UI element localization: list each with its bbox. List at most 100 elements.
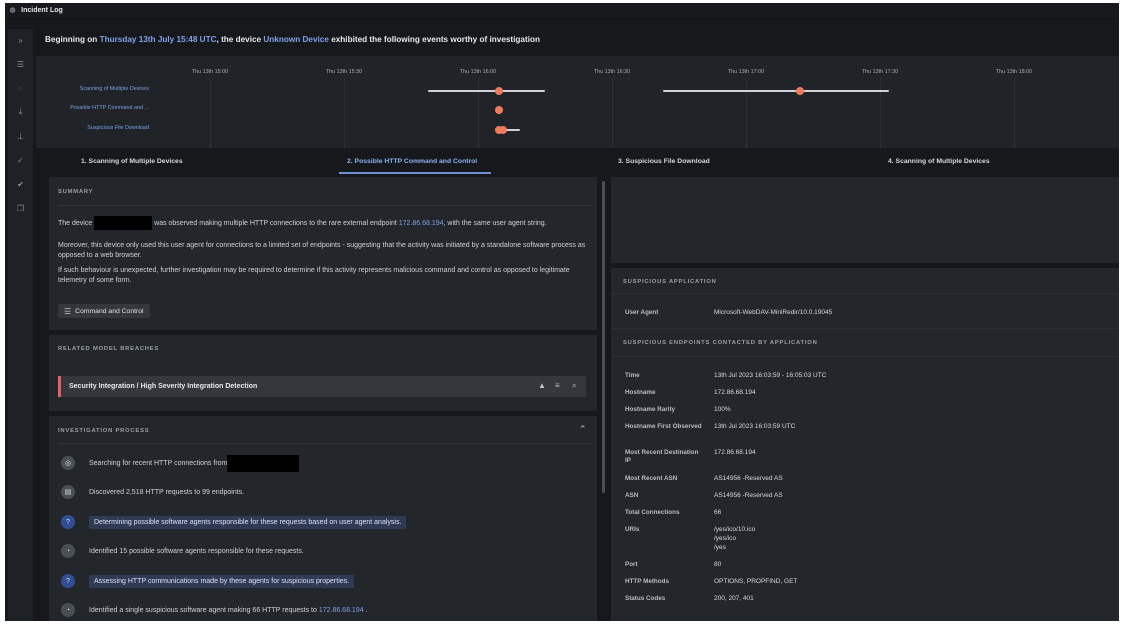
investigation-step: ▤ Discovered 2,518 HTTP requests to 99 e…: [61, 483, 244, 501]
timeline-event-dot[interactable]: [495, 106, 503, 114]
timeline-tick: Thu 13th 17:00: [727, 69, 765, 75]
tab-scanning-1[interactable]: 1. Scanning of Multiple Devices: [81, 148, 183, 174]
chart-icon: ▤: [61, 485, 75, 499]
endpoint-value-asn: AS14956 -Reserved AS: [714, 492, 783, 499]
warning-icon[interactable]: ▲: [538, 381, 546, 390]
model-breach-item[interactable]: Security Integration / High Severity Int…: [58, 376, 586, 397]
timeline-tick: Thu 13th 17:30: [861, 69, 899, 75]
timeline-tick: Thu 13th 18:00: [995, 69, 1033, 75]
pie-icon: ◔: [61, 603, 75, 617]
endpoint-key-destination-ip: Most Recent Destination IP: [625, 449, 699, 464]
step-text: Searching for recent HTTP connections fr…: [89, 459, 228, 467]
headline-device[interactable]: Unknown Device: [263, 35, 329, 44]
search-icon[interactable]: ⌕: [572, 381, 576, 391]
endpoint-key-uris: URIs: [625, 526, 640, 533]
investigation-divider: [58, 443, 592, 444]
incident-headline: Beginning on Thursday 13th July 15:48 UT…: [45, 35, 540, 44]
endpoint-value-time: 13th Jul 2023 16:03:59 - 16:05:03 UTC: [714, 372, 827, 379]
endpoint-value-destination-ip: 172.86.68.194: [714, 449, 756, 456]
incident-icon: ☸: [9, 6, 17, 15]
endpoint-key-hostname: Hostname: [625, 389, 656, 396]
endpoint-key-rarity: Hostname Rarity: [625, 406, 676, 413]
timeline-gridline: [612, 78, 613, 148]
timeline-event-bar[interactable]: [663, 90, 889, 92]
endpoint-key-time: Time: [625, 372, 640, 379]
tag-label: Command and Control: [75, 307, 144, 315]
tab-scanning-4[interactable]: 4. Scanning of Multiple Devices: [888, 148, 990, 174]
list-icon[interactable]: ≡: [555, 381, 560, 390]
right-top-panel: [611, 177, 1119, 263]
copy-icon[interactable]: ❐: [8, 201, 33, 215]
application-divider: [611, 293, 1119, 294]
application-divider: [611, 328, 1119, 329]
summary-text: , with the same user agent string.: [443, 219, 547, 227]
timeline-event-dot[interactable]: [796, 87, 804, 95]
timeline-gridline: [478, 78, 479, 148]
timeline-event-dot[interactable]: [499, 126, 507, 134]
breaches-panel: RELATED MODEL BREACHES Security Integrat…: [49, 335, 597, 411]
endpoint-value-uri: /yes/ico: [714, 535, 737, 542]
endpoint-link[interactable]: 172.86.68.194: [319, 607, 364, 614]
application-panel: SUSPICIOUS APPLICATION User Agent Micros…: [611, 268, 1119, 621]
step-text: Identified 15 possible software agents r…: [89, 547, 304, 555]
summary-text: The device: [58, 219, 95, 227]
timeline-event-bar[interactable]: [428, 90, 545, 92]
redacted-device-name: [227, 454, 300, 472]
endpoints-divider: [611, 356, 1119, 357]
endpoint-value-http-methods: OPTIONS, PROPFIND, GET: [714, 578, 798, 585]
endpoint-key-http-methods: HTTP Methods: [625, 578, 669, 585]
endpoint-value-rarity: 100%: [714, 406, 731, 413]
download-icon[interactable]: ⤓: [8, 105, 33, 119]
active-tab-indicator: [339, 172, 491, 174]
investigation-step: ◔ Identified a single suspicious softwar…: [61, 601, 367, 619]
window-title: Incident Log: [21, 7, 63, 14]
collapse-chevron-up-icon[interactable]: ⌃: [579, 424, 587, 435]
main-content: Beginning on Thursday 13th July 15:48 UT…: [36, 19, 1119, 621]
timeline-row-label[interactable]: Suspicious File Download: [36, 125, 149, 131]
left-column-scrollbar[interactable]: [602, 181, 605, 493]
tab-suspicious-file-download[interactable]: 3. Suspicious File Download: [618, 148, 710, 174]
tab-http-command-control[interactable]: 2. Possible HTTP Command and Control: [347, 148, 477, 174]
step-text: Determining possible software agents res…: [89, 515, 407, 529]
chevrons-down-icon[interactable]: »: [8, 33, 33, 47]
endpoint-value-first-observed: 13th Jul 2023 16:03:59 UTC: [714, 423, 796, 430]
timeline-gridline: [1014, 78, 1015, 148]
summary-heading: SUMMARY: [58, 189, 94, 195]
summary-divider: [58, 205, 592, 206]
timeline-event-dot[interactable]: [495, 87, 503, 95]
endpoint-value-hostname: 172.86.68.194: [714, 389, 756, 396]
question-icon: ?: [61, 574, 75, 588]
endpoint-value-uri: /yes: [714, 544, 726, 551]
summary-panel: SUMMARY The device was observed making m…: [49, 177, 597, 330]
radar-icon: ◎: [61, 456, 75, 470]
sidebar-rail: » ☰ ◌ ⤓ ⊥ ✓ ✔ ❐: [8, 29, 33, 621]
double-check-icon[interactable]: ✔: [8, 177, 33, 191]
list-icon[interactable]: ☰: [8, 57, 33, 71]
timeline-row-label[interactable]: Possible HTTP Command and ...: [36, 105, 149, 111]
step-text: Identified a single suspicious software …: [89, 607, 367, 614]
summary-paragraph-2: Moreover, this device only used this use…: [58, 242, 586, 259]
command-and-control-tag[interactable]: ☰ Command and Control: [58, 304, 150, 318]
headline-prefix: Beginning on: [45, 35, 100, 44]
endpoint-key-asn: ASN: [625, 492, 639, 499]
pie-icon: ◔: [61, 544, 75, 558]
app-window: ☸ Incident Log » ☰ ◌ ⤓ ⊥ ✓ ✔ ❐ Beginning…: [5, 3, 1119, 621]
left-sidebar: » ☰ ◌ ⤓ ⊥ ✓ ✔ ❐: [5, 19, 36, 621]
timeline-gridline: [344, 78, 345, 148]
investigation-step: ◎ Searching for recent HTTP connections …: [61, 454, 300, 472]
chat-icon[interactable]: ◌: [8, 81, 33, 95]
endpoints-heading: SUSPICIOUS ENDPOINTS CONTACTED BY APPLIC…: [623, 340, 818, 346]
step-text-main: Identified a single suspicious software …: [89, 606, 319, 614]
endpoint-link[interactable]: 172.86.68.194: [399, 220, 444, 227]
endpoint-key-first-observed: Hostname First Observed: [625, 423, 702, 430]
headline-suffix: exhibited the following events worthy of…: [328, 35, 540, 44]
timeline-gridline: [880, 78, 881, 148]
endpoint-value-recent-asn: AS14956 -Reserved AS: [714, 475, 783, 482]
check-icon[interactable]: ✓: [8, 153, 33, 167]
investigation-step: ? Determining possible software agents r…: [61, 513, 407, 531]
user-agent-value: Microsoft-WebDAV-MiniRedir/10.0.19045: [714, 309, 833, 316]
headline-date[interactable]: Thursday 13th July 15:48 UTC: [100, 35, 217, 44]
timeline-row-label[interactable]: Scanning of Multiple Devices: [36, 86, 149, 92]
pin-icon[interactable]: ⊥: [8, 129, 33, 143]
timeline-tick: Thu 13th 15:30: [325, 69, 363, 75]
